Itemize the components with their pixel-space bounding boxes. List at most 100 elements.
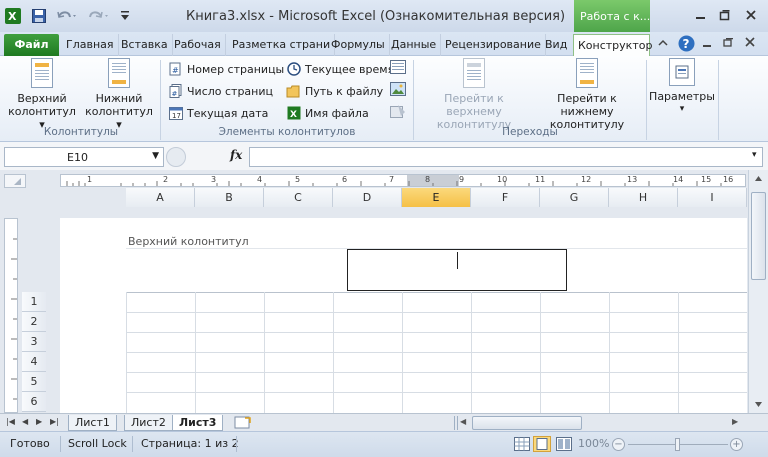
sheet-tab-2[interactable]: Лист2 xyxy=(124,415,173,431)
current-time-button[interactable]: Текущее время xyxy=(286,60,394,78)
page-count-icon: # xyxy=(168,84,183,99)
prev-sheet-icon[interactable]: ◀ xyxy=(22,417,28,426)
zoom-in-icon[interactable]: + xyxy=(730,438,743,451)
lower-header-button[interactable]: Нижний колонтитул ▾ xyxy=(82,58,156,131)
scroll-up-icon[interactable] xyxy=(752,172,765,185)
ruler-number: 5 xyxy=(295,175,301,184)
options-icon xyxy=(669,58,695,86)
scroll-right-icon[interactable]: ▶ xyxy=(732,417,738,426)
svg-text:#: # xyxy=(172,90,178,98)
tab-working[interactable]: Рабочая xyxy=(170,34,226,56)
column-header-c[interactable]: C xyxy=(264,188,333,207)
last-sheet-icon[interactable]: ▶| xyxy=(50,417,59,426)
group-separator xyxy=(413,60,414,140)
tab-view[interactable]: Вид xyxy=(541,34,571,56)
current-date-button[interactable]: 17 Текущая дата xyxy=(168,104,268,122)
sheet-name-icon[interactable] xyxy=(390,60,406,78)
go-to-footer-button[interactable]: Перейти к нижнему колонтитулу xyxy=(532,58,642,131)
column-header-e[interactable]: E xyxy=(402,188,471,207)
svg-text:#: # xyxy=(172,66,179,75)
sheet-tab-3[interactable]: Лист3 xyxy=(172,415,224,431)
column-header-i[interactable]: I xyxy=(678,188,747,207)
tab-insert[interactable]: Вставка xyxy=(117,34,173,56)
next-sheet-icon[interactable]: ▶ xyxy=(36,417,42,426)
row-header-6[interactable]: 6 xyxy=(22,392,46,412)
undo-icon[interactable] xyxy=(54,7,80,25)
row-header-5[interactable]: 5 xyxy=(22,372,46,392)
page-count-button[interactable]: # Число страниц xyxy=(168,82,273,100)
excel-logo-icon[interactable]: X xyxy=(4,7,22,25)
help-icon[interactable]: ? xyxy=(678,35,695,55)
tab-page-layout[interactable]: Разметка страни xyxy=(228,34,336,56)
formula-bar-handle[interactable] xyxy=(166,147,186,167)
tab-design[interactable]: Конструктор xyxy=(573,34,652,56)
sheet-tab-1[interactable]: Лист1 xyxy=(68,415,117,431)
ruler-number: 2 xyxy=(163,175,169,184)
workbook-minimize-icon[interactable] xyxy=(702,38,712,51)
file-path-button[interactable]: Путь к файлу xyxy=(286,82,383,100)
header-center-section[interactable] xyxy=(347,249,567,291)
row-header-2[interactable]: 2 xyxy=(22,312,46,332)
column-header-a[interactable]: A xyxy=(126,188,195,207)
go-to-footer-icon xyxy=(576,58,598,88)
picture-icon[interactable] xyxy=(390,82,406,100)
normal-view-icon[interactable] xyxy=(514,437,530,454)
first-sheet-icon[interactable]: |◀ xyxy=(6,417,15,426)
page-number-button[interactable]: # Номер страницы xyxy=(168,60,284,78)
column-header-d[interactable]: D xyxy=(333,188,402,207)
formula-input[interactable] xyxy=(249,147,763,167)
insert-function-button[interactable]: fx xyxy=(230,148,242,162)
go-to-header-button[interactable]: Перейти к верхнему колонтитулу xyxy=(418,58,530,131)
options-button[interactable]: Параметры ▾ xyxy=(648,58,716,116)
redo-icon[interactable] xyxy=(86,7,112,25)
vertical-ruler xyxy=(4,218,18,413)
ruler-number: 4 xyxy=(257,175,263,184)
scroll-thumb[interactable] xyxy=(751,192,766,280)
name-box[interactable]: E10 ▼ xyxy=(4,147,164,167)
tab-file[interactable]: Файл xyxy=(4,34,59,56)
minimize-icon[interactable] xyxy=(690,5,712,25)
page-footer-icon xyxy=(108,58,130,88)
page-break-view-icon[interactable] xyxy=(556,437,572,454)
row-header-1[interactable]: 1 xyxy=(22,292,46,312)
ruler-number: 7 xyxy=(389,175,395,184)
tab-review[interactable]: Рецензирование xyxy=(441,34,546,56)
customize-qat-icon[interactable] xyxy=(118,7,132,25)
tab-data[interactable]: Данные xyxy=(387,34,442,56)
scroll-left-icon[interactable]: ◀ xyxy=(460,417,466,426)
format-picture-icon[interactable] xyxy=(390,104,406,122)
save-icon[interactable] xyxy=(30,7,48,25)
status-scroll-lock: Scroll Lock xyxy=(68,437,127,450)
tab-split-handle[interactable] xyxy=(454,416,458,430)
grid-line xyxy=(402,292,403,413)
workbook-restore-icon[interactable] xyxy=(723,37,734,51)
grid-line xyxy=(471,292,472,413)
restore-icon[interactable] xyxy=(714,5,736,25)
column-header-f[interactable]: F xyxy=(471,188,540,207)
zoom-level[interactable]: 100% xyxy=(578,437,609,450)
column-header-h[interactable]: H xyxy=(609,188,678,207)
zoom-slider-thumb[interactable] xyxy=(675,438,680,451)
select-all-button[interactable] xyxy=(4,174,26,188)
row-header-3[interactable]: 3 xyxy=(22,332,46,352)
close-icon[interactable] xyxy=(740,5,762,25)
page-layout-view-icon[interactable] xyxy=(533,436,551,452)
minimize-ribbon-icon[interactable] xyxy=(657,37,669,52)
name-box-dropdown-icon[interactable]: ▼ xyxy=(152,151,159,161)
ruler-number: 8 xyxy=(425,175,431,184)
scroll-down-icon[interactable] xyxy=(752,398,765,411)
workbook-close-icon[interactable] xyxy=(745,37,755,50)
column-header-g[interactable]: G xyxy=(540,188,609,207)
row-header-4[interactable]: 4 xyxy=(22,352,46,372)
expand-formula-bar-icon[interactable]: ▾ xyxy=(752,150,757,160)
column-header-b[interactable]: B xyxy=(195,188,264,207)
vertical-scrollbar[interactable] xyxy=(748,170,768,413)
tab-formulas[interactable]: Формулы xyxy=(327,34,390,56)
horizontal-scroll-thumb[interactable] xyxy=(472,416,582,430)
zoom-out-icon[interactable]: − xyxy=(612,438,625,451)
ruler-number: 12 xyxy=(581,175,592,184)
tab-home[interactable]: Главная xyxy=(62,34,119,56)
upper-header-button[interactable]: Верхний колонтитул ▾ xyxy=(8,58,76,131)
file-name-button[interactable]: X Имя файла xyxy=(286,104,369,122)
ruler-number: 9 xyxy=(459,175,465,184)
